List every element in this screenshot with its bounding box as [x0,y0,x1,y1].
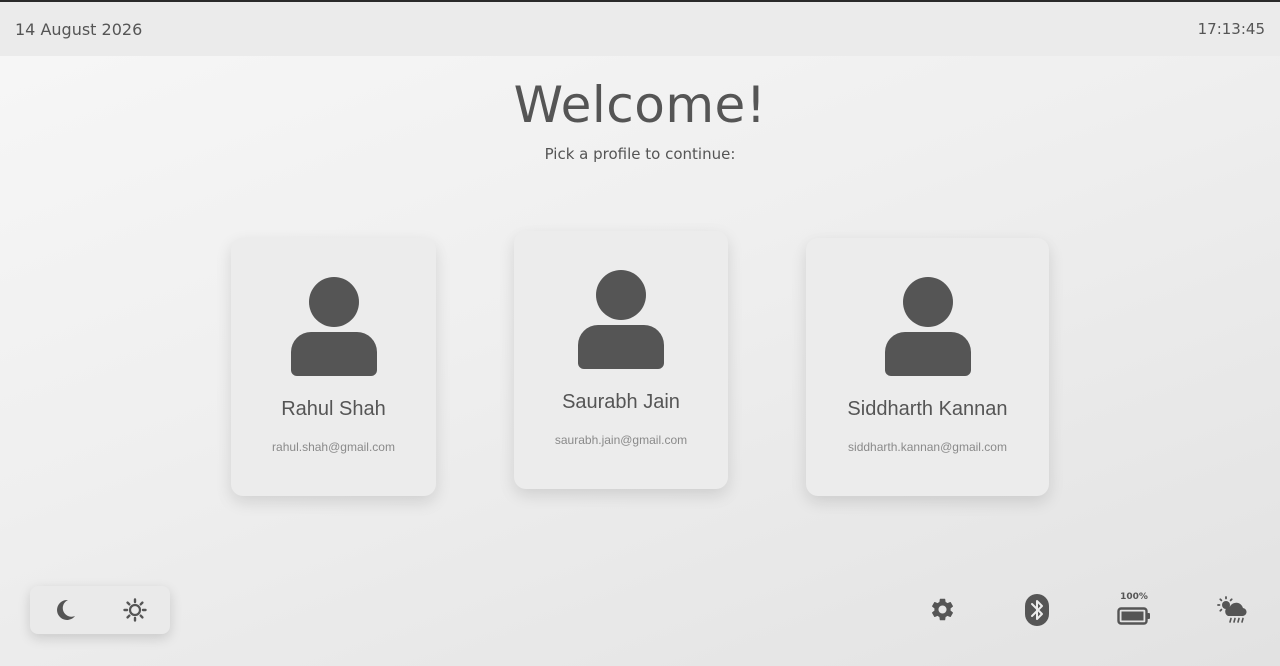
sun-icon[interactable] [122,597,148,623]
profile-email: siddharth.kannan@gmail.com [848,440,1007,454]
theme-toggle-panel [30,586,170,634]
bluetooth-icon[interactable] [1024,594,1050,626]
profile-card-rahul-shah[interactable]: Rahul Shah rahul.shah@gmail.com [231,238,436,496]
user-icon [884,277,971,376]
page-subtitle: Pick a profile to continue: [544,145,736,163]
moon-icon[interactable] [52,597,78,623]
user-icon [578,270,664,369]
weather-sun-rain-icon[interactable] [1217,596,1247,624]
battery-percentage: 100% [1120,592,1148,602]
gear-icon[interactable] [929,596,956,623]
profile-name: Rahul Shah [281,398,386,420]
profile-card-siddharth-kannan[interactable]: Siddharth Kannan siddharth.kannan@gmail.… [806,238,1049,496]
top-bar: 14 August 2026 17:13:45 [0,2,1280,56]
current-date: 14 August 2026 [15,20,143,39]
user-icon [290,277,377,376]
profile-name: Siddharth Kannan [847,398,1008,420]
page-title: Welcome! [513,76,767,134]
profile-email: saurabh.jain@gmail.com [554,433,688,447]
profile-name: Saurabh Jain [562,391,680,413]
profile-email: rahul.shah@gmail.com [272,440,395,454]
battery-icon[interactable] [1117,606,1151,626]
profile-card-saurabh-jain[interactable]: Saurabh Jain saurabh.jain@gmail.com [514,231,728,489]
current-time: 17:13:45 [1197,20,1265,38]
